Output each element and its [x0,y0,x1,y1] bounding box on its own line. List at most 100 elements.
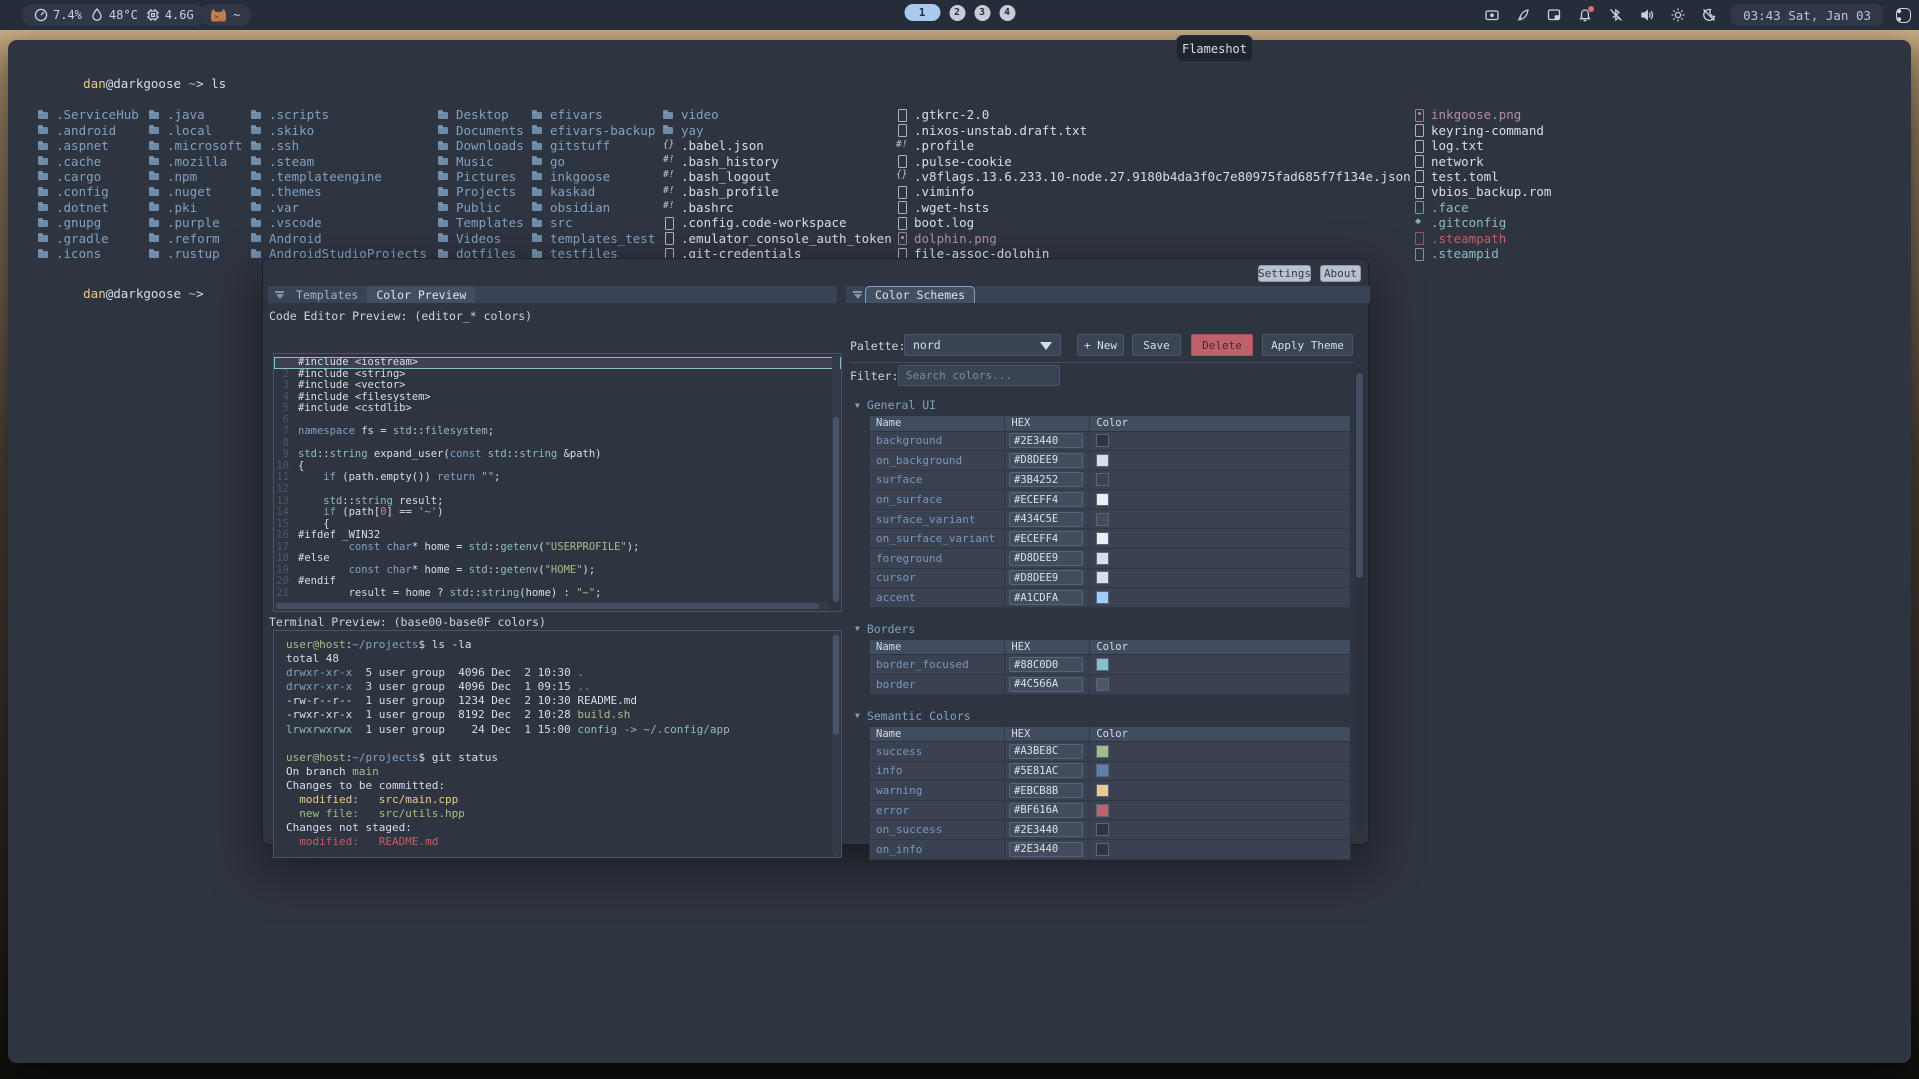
folder-icon [251,155,269,167]
ls-entry: .v8flags.13.6.233.10-node.27.9180b4da3f0… [896,169,1411,184]
file-icon [663,217,681,229]
workspace-4[interactable]: 4 [999,5,1015,21]
new-palette-button[interactable]: + New [1077,334,1124,356]
color-swatch[interactable] [1096,513,1109,526]
color-swatch[interactable] [1096,843,1109,856]
hex-value-field[interactable]: #BF616A [1009,803,1083,818]
color-swatch[interactable] [1096,434,1109,447]
schemes-vscrollbar[interactable] [1355,368,1364,828]
file-icon [896,217,914,229]
bluetooth-off-icon[interactable] [1607,6,1625,24]
terminal-preview-line: -rw-r--r-- 1 user group 1234 Dec 2 10:30… [286,694,841,708]
clock[interactable]: 03:43 Sat, Jan 03 [1731,4,1883,26]
tab-list-dropdown-icon[interactable] [851,290,865,300]
about-button[interactable]: About [1320,265,1361,282]
ls-column: DesktopDocumentsDownloadsMusicPicturesPr… [438,107,524,261]
hex-value-field[interactable]: #D8DEE9 [1009,570,1083,585]
color-swatch[interactable] [1096,532,1109,545]
color-swatch[interactable] [1096,823,1109,836]
hex-value-field[interactable]: #4C566A [1009,677,1083,692]
color-swatch[interactable] [1096,784,1109,797]
color-swatch[interactable] [1096,591,1109,604]
code-vscrollbar[interactable] [832,355,840,600]
folder-icon [251,217,269,229]
ls-entry: .npm [149,169,242,184]
hex-value-field[interactable]: #5E81AC [1009,763,1083,778]
color-swatch[interactable] [1096,658,1109,671]
hex-value-field[interactable]: #2E3440 [1009,842,1083,857]
active-app-pill[interactable]: >_ ~ [200,4,251,26]
filter-input[interactable] [898,365,1060,386]
screencast-icon[interactable] [1483,6,1501,24]
tab-templates[interactable]: Templates [287,286,367,303]
entry-name: .android [56,123,116,138]
color-swatch[interactable] [1096,454,1109,467]
ls-entry: Desktop [438,107,524,122]
color-swatch[interactable] [1096,571,1109,584]
color-swatch[interactable] [1096,745,1109,758]
volume-icon[interactable] [1638,6,1656,24]
workspace-2[interactable]: 2 [949,5,965,21]
tab-color-preview[interactable]: Color Preview [367,286,475,303]
terminal-preview[interactable]: user@host:~/projects$ ls -latotal 48drwx… [273,630,842,858]
code-hscrollbar[interactable] [275,602,829,610]
night-light-off-icon[interactable] [1700,6,1718,24]
owl-tray-icon[interactable]: ● ● [1896,8,1911,23]
color-swatch[interactable] [1096,473,1109,486]
hex-value-field[interactable]: #88C0D0 [1009,657,1083,672]
table-header-row: Name HEX Color [870,416,1350,432]
color-swatch[interactable] [1096,493,1109,506]
tab-list-dropdown-icon[interactable] [273,290,287,300]
hex-value-field[interactable]: #2E3440 [1009,433,1083,448]
color-swatch[interactable] [1096,552,1109,565]
section-title[interactable]: ▼General UI [850,396,1354,414]
hex-value-field[interactable]: #ECEFF4 [1009,531,1083,546]
entry-name: .steam [269,154,314,169]
color-row: border_focused#88C0D0 [870,655,1350,675]
screenshot-tool-icon[interactable] [1545,6,1563,24]
hex-value-field[interactable]: #2E3440 [1009,822,1083,837]
color-swatch[interactable] [1096,764,1109,777]
hex-value-field[interactable]: #EBCB8B [1009,783,1083,798]
hex-value-field[interactable]: #D8DEE9 [1009,551,1083,566]
workspace-3[interactable]: 3 [974,5,990,21]
ls-entry: video [663,107,892,122]
ls-entry: .cargo [38,169,139,184]
save-button[interactable]: Save [1132,334,1181,356]
ls-entry: Music [438,153,524,168]
flameshot-feather-icon[interactable] [1514,6,1532,24]
color-row: on_surface#ECEFF4 [870,490,1350,510]
workspace-1[interactable]: 1 [904,4,940,21]
terminal-vscrollbar[interactable] [832,632,840,856]
delete-button[interactable]: Delete [1191,334,1253,356]
ls-entry: boot.log [896,215,1411,230]
cat-terminal-icon: >_ [211,9,226,22]
entry-name: video [681,107,719,122]
hex-value-field[interactable]: #434C5E [1009,512,1083,527]
color-row: info#5E81AC [870,762,1350,782]
notifications-bell-icon[interactable] [1576,6,1594,24]
hex-value-field[interactable]: #D8DEE9 [1009,453,1083,468]
palette-select[interactable]: nord [904,334,1061,356]
hex-value-field[interactable]: #A3BE8C [1009,744,1083,759]
section-title[interactable]: ▼Semantic Colors [850,707,1354,725]
hex-value-field[interactable]: #3B4252 [1009,472,1083,487]
brightness-icon[interactable] [1669,6,1687,24]
settings-button[interactable]: Settings [1258,265,1311,282]
hex-value-field[interactable]: #ECEFF4 [1009,492,1083,507]
tab-color-schemes[interactable]: Color Schemes [865,286,975,303]
entry-name: vbios_backup.rom [1431,184,1551,199]
color-swatch[interactable] [1096,804,1109,817]
color-swatch[interactable] [1096,678,1109,691]
terminal-preview-line: user@host:~/projects$ git status [286,751,841,765]
code-editor-preview[interactable]: #include <iostream>2#include <string>3#i… [273,353,842,612]
ls-entry: go [532,153,655,168]
file-icon [1413,232,1431,244]
hex-value-field[interactable]: #A1CDFA [1009,590,1083,605]
ls-entry: .bash_history [663,153,892,168]
palette-label: Palette: [850,339,905,353]
folder-icon [149,170,167,182]
chevron-down-icon [1040,342,1052,350]
apply-theme-button[interactable]: Apply Theme [1262,334,1353,356]
section-title[interactable]: ▼Borders [850,620,1354,638]
